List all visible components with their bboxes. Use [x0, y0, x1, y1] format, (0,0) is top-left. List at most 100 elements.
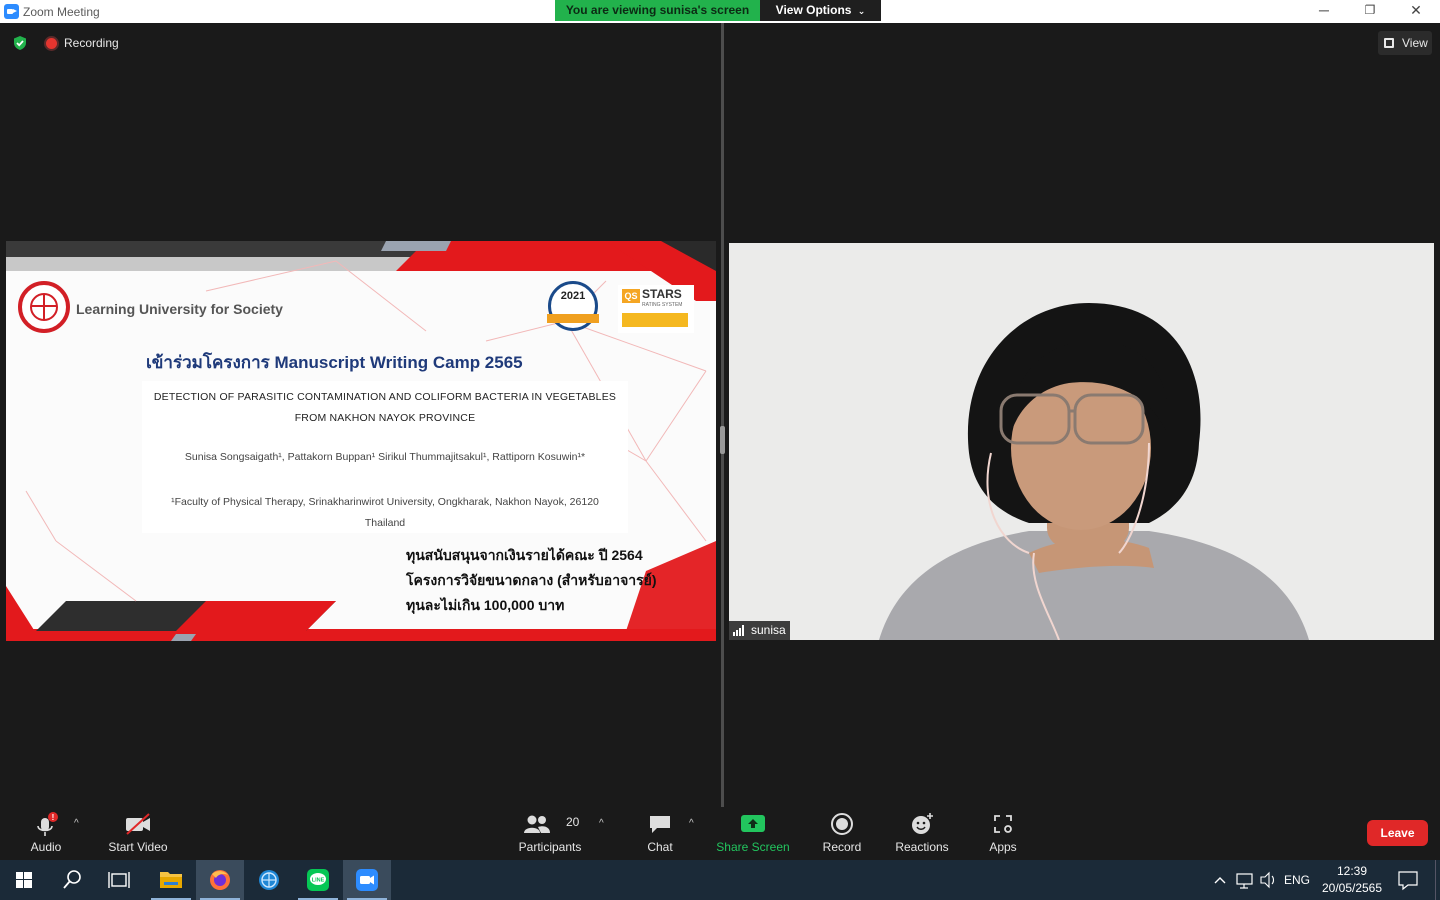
audio-button[interactable]: ! Audio [16, 807, 76, 860]
action-center-button[interactable] [1394, 860, 1422, 900]
restore-button[interactable]: ❐ [1347, 0, 1393, 22]
video-off-icon [126, 813, 150, 835]
signal-strength-icon [733, 625, 747, 636]
funding-line: ทุนสนับสนุนจากเงินรายได้คณะ ปี 2564 [406, 547, 643, 563]
chevron-down-icon: ⌄ [857, 6, 866, 16]
zoom-app-button[interactable] [343, 860, 391, 900]
qs-star-strip [622, 313, 688, 327]
paper-authors: Sunisa Songsaigath¹, Pattakorn Buppan¹ S… [184, 451, 586, 463]
reactions-smiley-icon [912, 813, 933, 834]
university-logo [18, 281, 70, 333]
clock-date: 20/05/2565 [1321, 881, 1383, 895]
start-video-button[interactable]: Start Video [104, 807, 172, 860]
network-app-button[interactable] [245, 860, 293, 900]
start-video-label: Start Video [108, 840, 168, 854]
search-icon [63, 870, 81, 889]
funding-info: ทุนสนับสนุนจากเงินรายได้คณะ ปี 2564 โครง… [406, 543, 657, 618]
chat-bubble-icon [650, 816, 670, 833]
view-label: View [1402, 36, 1428, 50]
slide-title: เข้าร่วมโครงการ Manuscript Writing Camp … [146, 353, 523, 372]
participants-options-caret[interactable]: ^ [599, 818, 604, 829]
funding-line: โครงการวิจัยขนาดกลาง (สำหรับอาจารย์) [406, 572, 657, 588]
divider-handle[interactable] [720, 426, 725, 454]
show-hidden-icons-button[interactable] [1210, 860, 1230, 900]
svg-text:!: ! [52, 813, 55, 822]
participant-name-tag: sunisa [729, 621, 790, 640]
badge-year: 2021 [560, 290, 586, 302]
record-icon [831, 813, 853, 835]
network-wired-icon [1236, 873, 1253, 889]
paper-title: DETECTION OF PARASITIC CONTAMINATION AND… [142, 387, 628, 429]
affiliation-line: ¹Faculty of Physical Therapy, Srinakhari… [171, 496, 599, 508]
apps-label: Apps [989, 840, 1017, 854]
paper-title-line: FROM NAKHON NAYOK PROVINCE [294, 412, 476, 424]
funding-line: ทุนละไม่เกิน 100,000 บาท [406, 597, 565, 613]
apps-icon [994, 815, 1012, 833]
task-view-icon [108, 872, 130, 888]
participant-name: sunisa [751, 623, 786, 637]
paper-affiliation: ¹Faculty of Physical Therapy, Srinakhari… [142, 492, 628, 534]
grid-icon [1384, 38, 1394, 48]
chat-button[interactable]: Chat [630, 807, 690, 860]
security-shield-icon[interactable] [12, 35, 28, 51]
audio-label: Audio [30, 840, 62, 854]
microphone-icon: ! [37, 812, 58, 836]
top-performer-badge: 2021 [547, 281, 599, 331]
share-screen-button[interactable]: Share Screen [713, 807, 793, 860]
system-clock[interactable]: 12:39 20/05/2565 [1318, 860, 1386, 900]
view-options-button[interactable]: View Options ⌄ [760, 0, 881, 21]
recording-dot-icon [46, 38, 57, 49]
chevron-up-icon [1214, 877, 1226, 884]
participant-video[interactable] [729, 243, 1434, 640]
qs-mark: QS [622, 289, 640, 303]
firefox-icon [210, 870, 230, 890]
task-view-button[interactable] [96, 860, 144, 900]
participants-label: Participants [518, 840, 582, 854]
participants-count: 20 [566, 815, 580, 829]
view-layout-button[interactable]: View [1378, 31, 1432, 55]
zoom-app-icon [4, 4, 19, 19]
volume-button[interactable] [1258, 860, 1280, 900]
apps-button[interactable]: Apps [978, 807, 1028, 860]
folder-icon [160, 872, 182, 888]
search-button[interactable] [48, 860, 96, 900]
share-screen-label: Share Screen [716, 840, 790, 854]
qs-rating-text: RATING SYSTEM [642, 302, 683, 308]
participant-video-frame [729, 243, 1434, 640]
line-app-button[interactable]: LINE [294, 860, 342, 900]
reactions-button[interactable]: Reactions [889, 807, 955, 860]
recording-status[interactable]: Recording [64, 36, 119, 50]
viewing-screen-banner: You are viewing sunisa's screen [555, 0, 760, 21]
network-status-button[interactable] [1234, 860, 1256, 900]
split-divider[interactable] [721, 23, 724, 807]
globe-network-icon [259, 870, 279, 890]
paper-title-line: DETECTION OF PARASITIC CONTAMINATION AND… [153, 391, 617, 403]
chat-options-caret[interactable]: ^ [689, 818, 694, 829]
window-title: Zoom Meeting [23, 5, 100, 19]
qs-stars-logo: QS STARS RATING SYSTEM [618, 285, 694, 333]
university-slogan: Learning University for Society [76, 301, 283, 317]
windows-logo-icon [16, 872, 32, 888]
leave-button[interactable]: Leave [1367, 820, 1428, 846]
record-label: Record [822, 840, 862, 854]
firefox-button[interactable] [196, 860, 244, 900]
qs-stars-text: STARS [642, 287, 682, 301]
zoom-video-icon [356, 869, 378, 891]
windows-taskbar: LINE ENG 12:39 20/05/2565 [0, 860, 1440, 900]
line-chat-icon: LINE [307, 869, 329, 891]
reactions-label: Reactions [895, 840, 949, 854]
affiliation-line: Thailand [364, 517, 406, 529]
show-desktop-button[interactable] [1435, 860, 1440, 900]
minimize-button[interactable]: ─ [1301, 0, 1347, 22]
speaker-icon [1260, 871, 1275, 889]
start-button[interactable] [0, 860, 48, 900]
record-button[interactable]: Record [812, 807, 872, 860]
file-explorer-button[interactable] [147, 860, 195, 900]
close-button[interactable]: ✕ [1393, 0, 1439, 22]
meeting-toolbar: ! Audio ^ Start Video 20 Participants ^ … [0, 807, 1440, 860]
input-language[interactable]: ENG [1284, 860, 1314, 900]
participants-button[interactable]: 20 Participants [515, 807, 585, 860]
svg-text:LINE: LINE [312, 878, 325, 884]
shared-screen-slide: Learning University for Society 2021 QS … [6, 241, 716, 641]
audio-options-caret[interactable]: ^ [74, 818, 79, 829]
